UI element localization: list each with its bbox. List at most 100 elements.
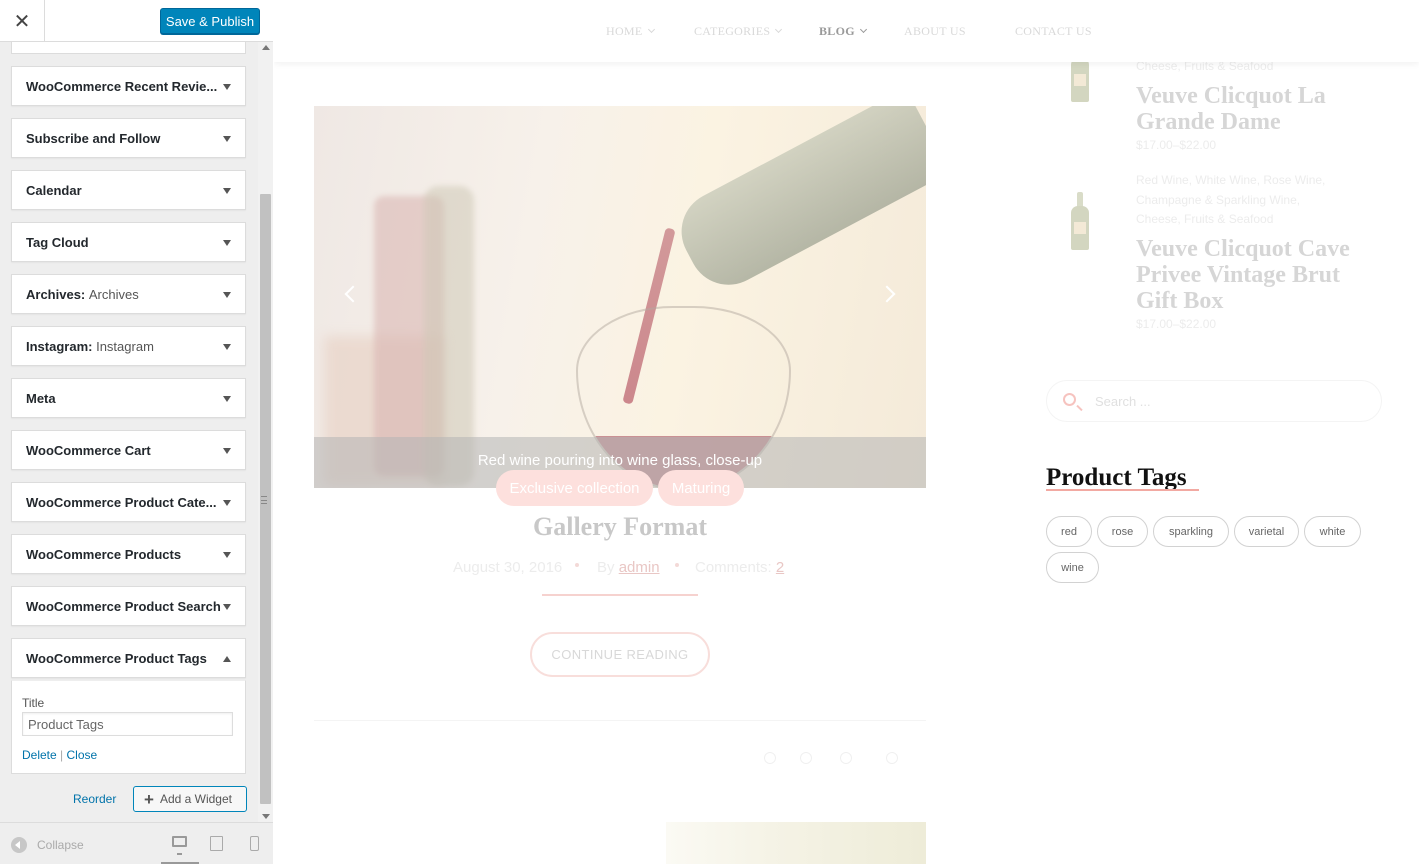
search-input[interactable]: Search ... (1095, 394, 1151, 409)
facebook-icon[interactable] (764, 752, 776, 764)
site-preview: HOME CATEGORIES BLOG ABOUT US CONTACT US… (274, 0, 1419, 864)
widget-woocommerce-product-search[interactable]: WooCommerce Product Search (11, 586, 246, 626)
main-navigation: HOME CATEGORIES BLOG ABOUT US CONTACT US (274, 0, 1419, 62)
search-icon[interactable] (1063, 393, 1076, 406)
nav-item-home[interactable]: HOME (606, 24, 655, 39)
tag-wine[interactable]: wine (1046, 552, 1099, 583)
add-widget-label: Add a Widget (159, 792, 232, 806)
widget-calendar[interactable]: Calendar (11, 170, 246, 210)
widget-title: Archives: Archives (26, 287, 139, 302)
mobile-icon[interactable] (250, 836, 259, 851)
caret-down-icon[interactable] (223, 500, 231, 506)
tag-sparkling[interactable]: sparkling (1153, 516, 1229, 547)
nav-item-contact-us[interactable]: CONTACT US (1015, 24, 1092, 39)
widget-title: WooCommerce Product Search (26, 599, 221, 614)
tag-white[interactable]: white (1304, 516, 1361, 547)
comments-link[interactable]: 2 (776, 559, 784, 576)
product-title-line[interactable]: Privee Vintage Brut (1136, 262, 1340, 288)
widget-title: WooCommerce Product Cate... (26, 495, 217, 510)
slider-next-icon[interactable] (878, 285, 896, 303)
product-price: $17.00–$22.00 (1136, 138, 1217, 152)
link-separator: | (60, 748, 64, 762)
google-plus-icon[interactable] (840, 752, 852, 764)
caret-down-icon[interactable] (223, 240, 231, 246)
category-pill[interactable]: Maturing (658, 470, 744, 506)
nav-item-blog[interactable]: BLOG (819, 24, 867, 39)
nav-item-categories[interactable]: CATEGORIES (694, 24, 783, 39)
slider-prev-icon[interactable] (344, 285, 362, 303)
product-thumbnail[interactable] (1071, 192, 1089, 252)
twitter-icon[interactable] (800, 752, 812, 764)
chevron-down-icon (775, 25, 783, 34)
product-title-line[interactable]: Veuve Clicquot Cave (1136, 236, 1350, 262)
save-publish-button[interactable]: Save & Publish (160, 8, 260, 34)
widget-instagram[interactable]: Instagram: Instagram (11, 326, 246, 366)
product-title-line[interactable]: Gift Box (1136, 288, 1223, 314)
post-title[interactable]: Gallery Format (314, 512, 926, 542)
reorder-link[interactable]: Reorder (73, 792, 116, 806)
product-tags-heading: Product Tags (1046, 464, 1187, 491)
post-date: August 30, 2016 (453, 559, 563, 576)
title-field[interactable] (22, 712, 233, 736)
customizer-header: ✕ Save & Publish (0, 0, 273, 42)
category-pill[interactable]: Exclusive collection (496, 470, 653, 506)
author-link[interactable]: admin (619, 559, 660, 576)
tag-varietal[interactable]: varietal (1234, 516, 1299, 547)
widget-woocommerce-cart[interactable]: WooCommerce Cart (11, 430, 246, 470)
collapse-icon[interactable] (11, 837, 27, 853)
tablet-icon[interactable] (210, 836, 223, 851)
widget-meta[interactable]: Meta (11, 378, 246, 418)
search-form[interactable]: Search ... (1046, 380, 1382, 422)
caret-down-icon[interactable] (223, 136, 231, 142)
post-author: By admin (597, 559, 660, 576)
caret-down-icon[interactable] (223, 604, 231, 610)
caret-down-icon[interactable] (223, 344, 231, 350)
product-title-line[interactable]: Grande Dame (1136, 109, 1281, 135)
scroll-down-icon[interactable] (262, 814, 270, 819)
collapse-button[interactable]: Collapse (37, 838, 84, 852)
scroll-up-icon[interactable] (262, 45, 270, 50)
heading-underline (1046, 489, 1199, 491)
next-post-image[interactable] (666, 822, 926, 864)
widget-title: Calendar (26, 183, 82, 198)
widget-subscribe-and-follow[interactable]: Subscribe and Follow (11, 118, 246, 158)
close-icon[interactable]: ✕ (0, 0, 45, 42)
post-comments: Comments: 2 (695, 559, 785, 576)
widget-woocommerce-products[interactable]: WooCommerce Products (11, 534, 246, 574)
caret-down-icon[interactable] (223, 448, 231, 454)
widget-actions: Delete | Close (22, 748, 97, 762)
widget-woocommerce-product-categories[interactable]: WooCommerce Product Cate... (11, 482, 246, 522)
bottle-label (1074, 74, 1086, 86)
continue-reading-button[interactable]: CONTINUE READING (530, 632, 710, 677)
product-title-line[interactable]: Veuve Clicquot La (1136, 83, 1326, 109)
nav-item-about-us[interactable]: ABOUT US (904, 24, 966, 39)
pinterest-icon[interactable] (886, 752, 898, 764)
tag-rose[interactable]: rose (1097, 516, 1148, 547)
widget-woocommerce-recent-reviews[interactable]: WooCommerce Recent Revie... (11, 66, 246, 106)
gallery-slider[interactable]: Red wine pouring into wine glass, close-… (314, 106, 926, 488)
desktop-icon[interactable] (172, 836, 187, 855)
product-categories: Red Wine, White Wine, Rose Wine, (1136, 173, 1326, 187)
widget-woocommerce-product-tags[interactable]: WooCommerce Product Tags (11, 638, 246, 678)
caret-down-icon[interactable] (223, 396, 231, 402)
customizer-panel: WooCommerce Recent Revie... Subscribe an… (0, 0, 273, 864)
post-separator (314, 720, 926, 721)
delete-link[interactable]: Delete (22, 748, 57, 762)
widget-tag-cloud[interactable]: Tag Cloud (11, 222, 246, 262)
caret-down-icon[interactable] (223, 84, 231, 90)
widget-title: WooCommerce Recent Revie... (26, 79, 218, 94)
close-link[interactable]: Close (67, 748, 98, 762)
caret-down-icon[interactable] (223, 292, 231, 298)
scroll-grip-icon (261, 496, 267, 504)
sidebar-scrollbar[interactable] (258, 42, 273, 822)
widget-archives[interactable]: Archives: Archives (11, 274, 246, 314)
product-categories: Champagne & Sparkling Wine, (1136, 193, 1301, 207)
add-widget-button[interactable]: + Add a Widget (133, 786, 247, 812)
widget-partial[interactable] (11, 42, 246, 54)
tag-red[interactable]: red (1046, 516, 1092, 547)
product-price: $17.00–$22.00 (1136, 317, 1217, 331)
caret-down-icon[interactable] (223, 552, 231, 558)
caret-up-icon[interactable] (223, 656, 231, 662)
caret-down-icon[interactable] (223, 188, 231, 194)
widget-title: Subscribe and Follow (26, 131, 161, 146)
